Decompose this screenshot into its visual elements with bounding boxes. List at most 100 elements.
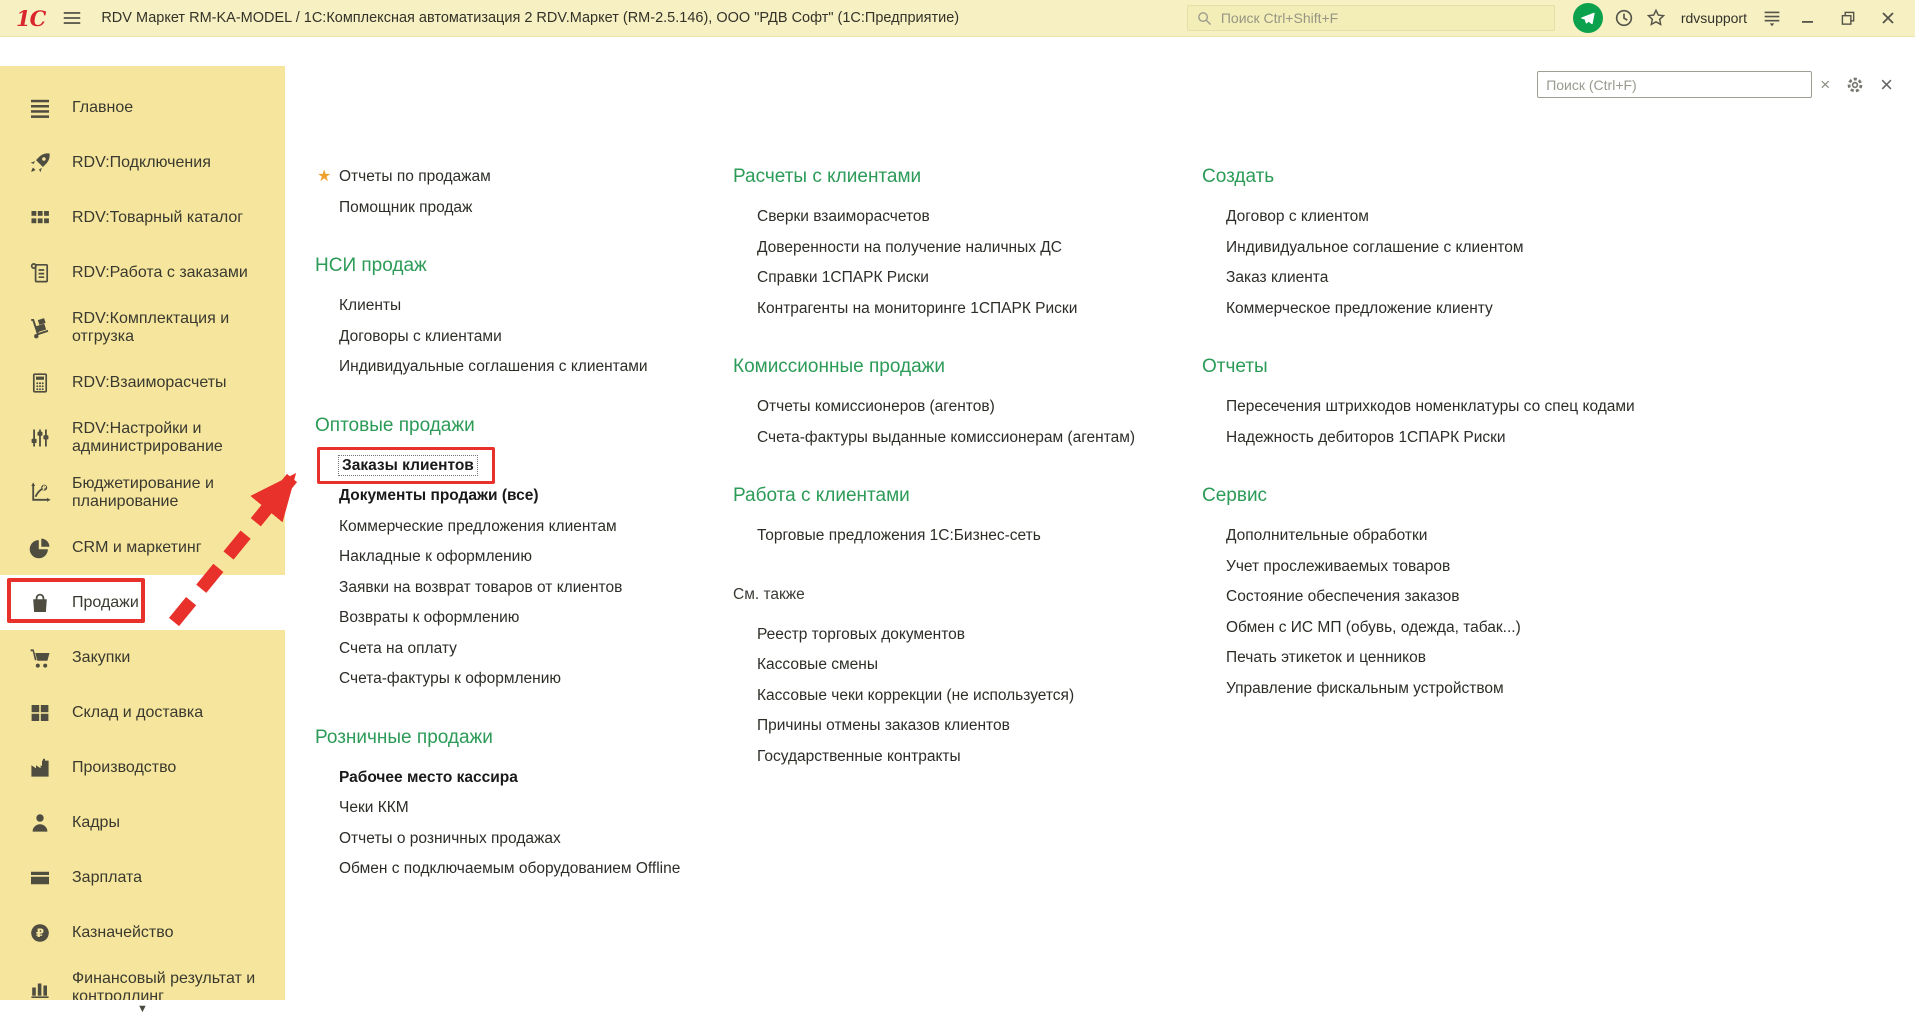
main-menu-icon[interactable] [61,7,83,29]
menu-item[interactable]: Отчеты комиссионеров (агентов) [733,392,1193,423]
menu-item-label: Договоры с клиентами [339,327,502,345]
menu-item[interactable]: Доверенности на получение наличных ДС [733,233,1193,264]
menu-item[interactable]: Счета-фактуры выданные комиссионерам (аг… [733,423,1193,454]
sliders-icon [28,426,52,450]
menu-item[interactable]: Кассовые чеки коррекции (не используется… [733,681,1193,712]
sidebar-item[interactable]: Финансовый результат и контроллинг [0,960,285,1000]
favorites-star-icon[interactable] [1645,7,1667,29]
sidebar-item[interactable]: Продажи [0,575,285,630]
menu-item[interactable]: Помощник продаж [315,193,735,224]
menu-item[interactable]: Коммерческое предложение клиенту [1202,294,1722,325]
sidebar-item[interactable]: Закупки [0,630,285,685]
sidebar-item[interactable]: RDV:Подключения [0,135,285,190]
search-icon [1196,10,1213,27]
menu-item[interactable]: Клиенты [315,291,735,322]
menu-item[interactable]: Обмен с подключаемым оборудованием Offli… [315,854,735,885]
menu-item[interactable]: Рабочее место кассира [315,763,735,794]
menu-item[interactable]: Заказ клиента [1202,263,1722,294]
menu-item[interactable]: Коммерческие предложения клиентам [315,512,735,543]
menu-item[interactable]: Управление фискальным устройством [1202,674,1722,705]
titlebar: 1С RDV Маркет RM-KA-MODEL / 1С:Комплексн… [0,0,1915,37]
sidebar-item[interactable]: Склад и доставка [0,685,285,740]
menu-item[interactable]: Дополнительные обработки [1202,521,1722,552]
sidebar-item[interactable]: RDV:Настройки и администрирование [0,410,285,465]
gear-icon[interactable] [1844,74,1866,96]
menu-item[interactable]: Договор с клиентом [1202,202,1722,233]
sidebar-item[interactable]: CRM и маркетинг [0,520,285,575]
menu-item[interactable]: Пересечения штрихкодов номенклатуры со с… [1202,392,1722,423]
svg-text:₽: ₽ [42,485,46,491]
menu-item-label: Причины отмены заказов клиентов [757,717,1010,734]
menu-item[interactable]: Учет прослеживаемых товаров [1202,552,1722,583]
restore-button[interactable] [1833,5,1863,31]
sidebar-item[interactable]: RDV:Работа с заказами [0,245,285,300]
section-panel: × × ★ Отчеты по продажам Помощник продаж НС… [285,37,1915,1021]
history-icon[interactable] [1613,7,1635,29]
menu-item[interactable]: Справки 1СПАРК Риски [733,263,1193,294]
sidebar-item-label: RDV:Работа с заказами [72,263,248,281]
menu-item-label: Рабочее место кассира [339,768,518,786]
sidebar-scroll-down[interactable]: ▼ [0,1000,285,1021]
menu-item[interactable]: Причины отмены заказов клиентов [733,711,1193,742]
menu-item-label: Счета-фактуры выданные комиссионерам (аг… [757,428,1136,446]
menu-item[interactable]: Торговые предложения 1С:Бизнес-сеть [733,521,1193,552]
section-heading: Создать [1202,166,1275,187]
menu-item[interactable]: Счета-фактуры к оформлению [315,664,735,695]
menu-item-label: Обмен с ИС МП (обувь, одежда, табак...) [1226,618,1521,636]
menu-item[interactable]: Отчеты о розничных продажах [315,824,735,855]
sidebar-item[interactable]: Зарплата [0,850,285,905]
menu-item[interactable]: Индивидуальное соглашение с клиентом [1202,233,1722,264]
factory-icon [28,756,52,780]
menu-item[interactable]: Договоры с клиентами [315,322,735,353]
sidebar-item-label: CRM и маркетинг [72,538,202,556]
sidebar-item[interactable]: ₽ Бюджетирование и планирование [0,465,285,520]
global-search-input[interactable] [1218,9,1546,27]
menu-item-label: Отчеты комиссионеров (агентов) [757,398,995,415]
menu-item[interactable]: Надежность дебиторов 1СПАРК Риски [1202,423,1722,454]
shopping-bag-icon [28,591,52,615]
menu-item[interactable]: Печать этикеток и ценников [1202,643,1722,674]
sidebar-item[interactable]: RDV:Комплектация и отгрузка [0,300,285,355]
sidebar-item[interactable]: Производство [0,740,285,795]
menu-item-label: Заявки на возврат товаров от клиентов [339,578,623,596]
menu-item[interactable]: ★ Отчеты по продажам [315,162,735,193]
menu-item[interactable]: Реестр торговых документов [733,620,1193,651]
sidebar-sections: Главное RDV:Подключения RDV:Товарный катал… [0,66,285,1000]
section-heading: НСИ продаж [315,255,427,276]
sidebar-item[interactable]: RDV:Товарный каталог [0,190,285,245]
menu-item-label: Управление фискальным устройством [1226,679,1504,697]
service-menu-icon[interactable] [1761,7,1783,29]
menu-item-label: Печать этикеток и ценников [1226,649,1426,666]
menu-item[interactable]: Возвраты к оформлению [315,603,735,634]
sidebar-item-label: RDV:Подключения [72,153,211,171]
sidebar-item[interactable]: ₽ Казначейство [0,905,285,960]
panel-search-input[interactable] [1537,71,1813,98]
menu-item[interactable]: Чеки ККМ [315,793,735,824]
menu-item-label: Дополнительные обработки [1226,527,1428,544]
menu-item[interactable]: Кассовые смены [733,650,1193,681]
menu-item[interactable]: Государственные контракты [733,742,1193,773]
menu-item[interactable]: Документы продажи (все) [315,481,735,512]
menu-item[interactable]: Сверки взаиморасчетов [733,202,1193,233]
global-search[interactable] [1186,5,1555,31]
menu-item[interactable]: Состояние обеспечения заказов [1202,582,1722,613]
menu-item[interactable]: Обмен с ИС МП (обувь, одежда, табак...) [1202,613,1722,644]
menu-item-label: Контрагенты на мониторинге 1СПАРК Риски [757,299,1078,317]
minimize-button[interactable] [1793,5,1823,31]
close-button[interactable] [1873,5,1903,31]
menu-item[interactable]: Контрагенты на мониторинге 1СПАРК Риски [733,294,1193,325]
menu-item-label: Состояние обеспечения заказов [1226,588,1460,605]
clear-search-icon[interactable]: × [1820,76,1830,93]
panel-close-icon[interactable]: × [1880,73,1893,96]
menu-item[interactable]: Заявки на возврат товаров от клиентов [315,573,735,604]
user-name[interactable]: rdvsupport [1681,10,1747,26]
menu-item[interactable]: Заказы клиентов [315,446,735,484]
menu-item[interactable]: Индивидуальные соглашения с клиентами [315,352,735,383]
sidebar-item[interactable]: Кадры [0,795,285,850]
menu-item[interactable]: Счета на оплату [315,634,735,665]
menu-item[interactable]: Накладные к оформлению [315,542,735,573]
sidebar-item[interactable]: Главное [0,80,285,135]
sidebar-item[interactable]: RDV:Взаиморасчеты [0,355,285,410]
telegram-icon[interactable] [1572,3,1603,33]
person-icon [28,811,52,835]
